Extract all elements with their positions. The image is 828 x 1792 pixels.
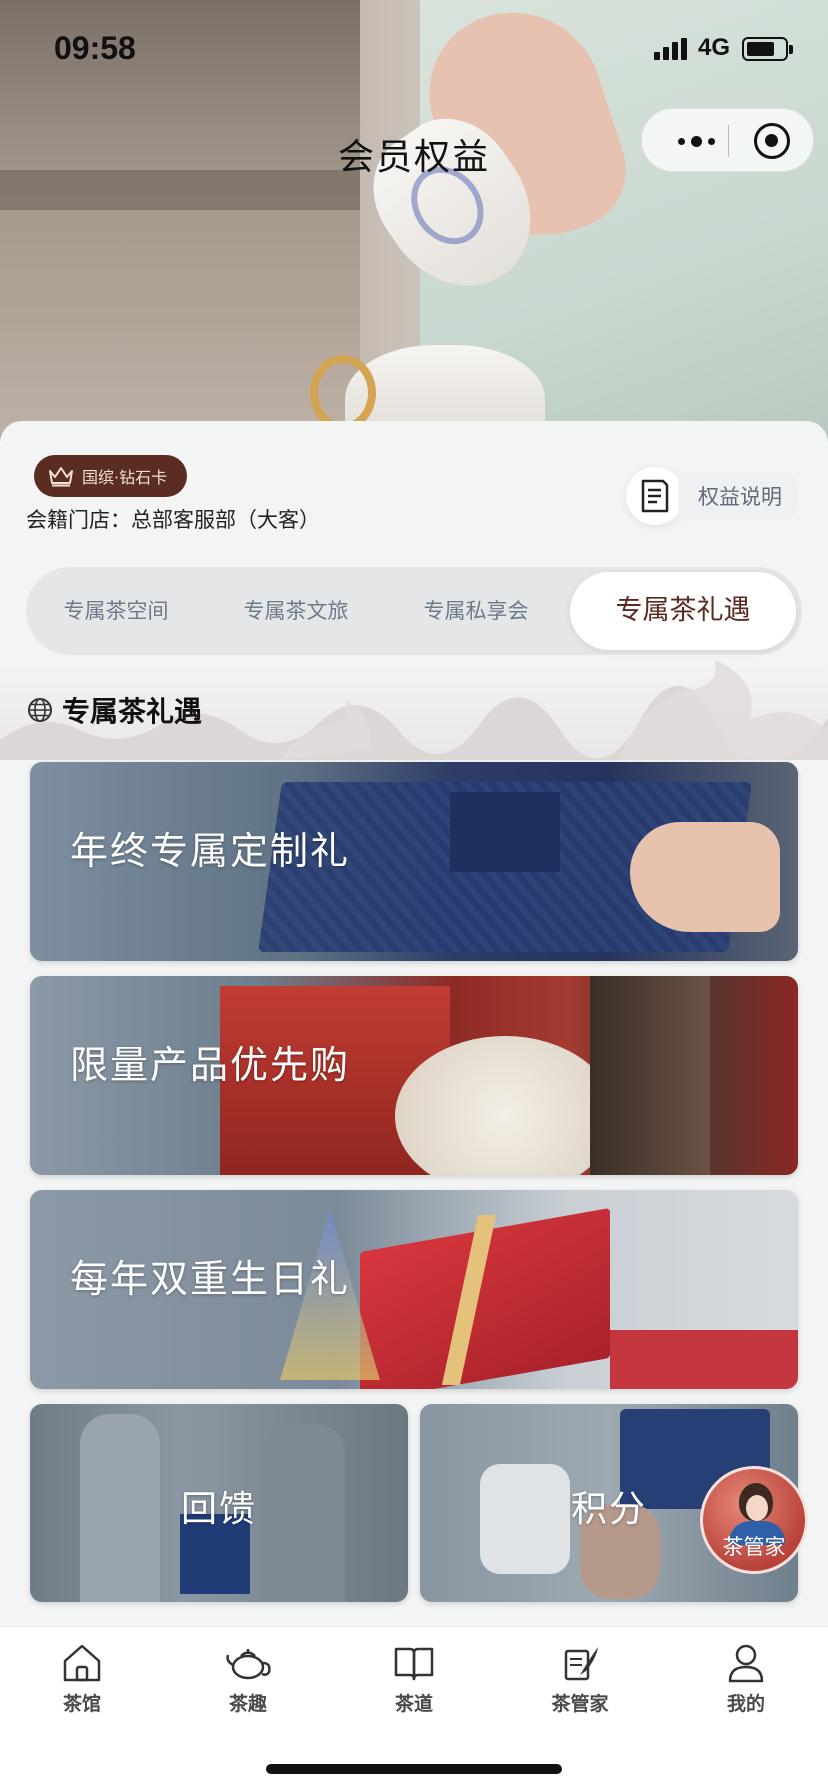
person-icon (728, 1644, 764, 1683)
nav-item-tea-butler[interactable]: 茶管家 (530, 1641, 630, 1716)
nav-item-tea-house[interactable]: 茶馆 (32, 1641, 132, 1716)
tab-tea-space[interactable]: 专属茶空间 (26, 567, 206, 655)
member-store: 会籍门店：总部客服部（大客） (26, 508, 320, 532)
benefit-tabs: 专属茶空间 专属茶文旅 专属私享会 专属茶礼遇 (26, 567, 802, 655)
tab-tea-gift[interactable]: 专属茶礼遇 (570, 572, 796, 650)
nav-label: 我的 (726, 1693, 765, 1715)
house-icon (63, 1644, 101, 1682)
card-limited-purchase[interactable]: 限量产品优先购 (30, 976, 798, 1175)
card-label: 每年双重生日礼 (70, 1257, 351, 1301)
capsule-divider (728, 125, 729, 157)
globe-icon (28, 698, 52, 722)
card-label: 年终专属定制礼 (70, 829, 351, 873)
card-birthday-gift[interactable]: 每年双重生日礼 (30, 1190, 798, 1389)
tea-butler-floating-button[interactable]: 茶管家 (700, 1466, 808, 1574)
home-indicator[interactable] (266, 1764, 562, 1774)
document-icon (626, 467, 684, 525)
network-type: 4G (698, 34, 731, 61)
member-card-badge: 国缤·钻石卡 (34, 455, 188, 497)
card-year-end-gift[interactable]: 年终专属定制礼 (30, 762, 798, 961)
page: 09:58 4G 会员权益 国缤·钻石卡 会籍门店：总部客服部（大客） 权益说明… (0, 0, 828, 1792)
more-icon[interactable] (666, 123, 726, 159)
card-label: 限量产品优先购 (70, 1043, 351, 1087)
nav-item-tea-way[interactable]: 茶道 (364, 1641, 464, 1716)
nav-label: 茶趣 (228, 1693, 267, 1715)
tab-tea-travel[interactable]: 专属茶文旅 (206, 567, 386, 655)
section-header: 专属茶礼遇 (26, 690, 202, 730)
section-title: 专属茶礼遇 (62, 695, 203, 728)
quill-icon (564, 1647, 598, 1681)
close-miniprogram-icon[interactable] (754, 123, 790, 159)
benefit-info-button[interactable]: 权益说明 (626, 467, 798, 525)
signal-icon (654, 38, 687, 60)
miniprogram-capsule (641, 108, 814, 172)
nav-item-tea-fun[interactable]: 茶趣 (198, 1641, 298, 1716)
status-time: 09:58 (54, 30, 136, 66)
nav-label: 茶管家 (551, 1693, 609, 1715)
benefit-info-label: 权益说明 (678, 471, 798, 521)
tab-private-event[interactable]: 专属私享会 (386, 567, 566, 655)
battery-icon (742, 37, 793, 61)
floating-button-label: 茶管家 (722, 1535, 786, 1559)
nav-label: 茶馆 (62, 1693, 101, 1715)
book-icon (394, 1647, 434, 1681)
crown-icon (49, 467, 73, 487)
status-bar: 09:58 4G (0, 0, 828, 100)
member-card-level: 国缤·钻石卡 (82, 468, 168, 487)
card-feedback[interactable]: 回馈 (30, 1404, 408, 1602)
card-label: 回馈 (180, 1489, 257, 1530)
nav-label: 茶道 (394, 1693, 433, 1715)
nav-item-mine[interactable]: 我的 (696, 1641, 796, 1716)
teapot-icon (226, 1649, 271, 1680)
